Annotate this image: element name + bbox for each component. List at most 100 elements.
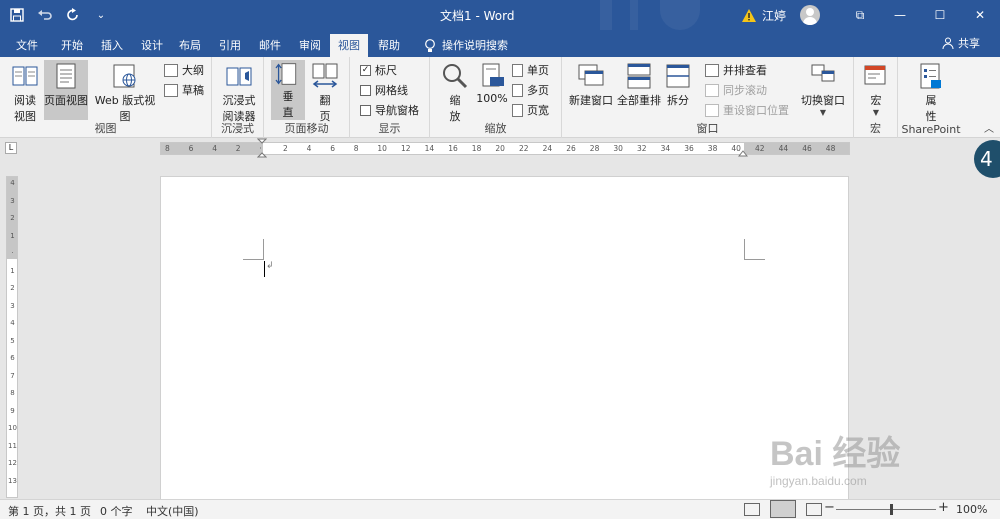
side-to-side-button[interactable]: 翻 页 (308, 60, 342, 124)
tab-selector[interactable]: L (5, 142, 17, 154)
status-bar: 第 1 页，共 1 页 0 个字 中文(中国) − + 100% (0, 499, 1000, 519)
ribbon-display-options-button[interactable]: ⧉ (840, 0, 880, 30)
group-page-movement: 垂 直 翻 页 页面移动 (264, 57, 350, 138)
new-window-icon (578, 64, 604, 86)
web-layout-button[interactable]: Web 版式视图 (90, 60, 160, 124)
collapse-ribbon-chevron-up-icon[interactable]: ︿ (984, 120, 994, 135)
macros-button[interactable]: 宏 ▼ (860, 60, 892, 117)
immersive-reader-button[interactable]: 沉浸式 阅读器 (220, 60, 258, 124)
new-window-button[interactable]: 新建窗口 (568, 60, 614, 108)
share-button[interactable]: 共享 (942, 35, 980, 51)
group-page-movement-label: 页面移动 (284, 122, 329, 135)
outline-label: 大纲 (182, 64, 204, 77)
customize-qat-icon[interactable]: ⌄ (92, 6, 110, 24)
tab-insert[interactable]: 插入 (95, 34, 129, 57)
read-mode-view-icon[interactable] (744, 503, 760, 516)
zoom-slider-track[interactable] (836, 509, 936, 510)
save-icon[interactable] (8, 6, 26, 24)
zoom-button[interactable]: 缩 放 (438, 60, 472, 124)
ruler-number: 34 (660, 144, 671, 153)
zoom-label-1: 缩 (449, 94, 461, 107)
tab-mailings[interactable]: 邮件 (253, 34, 287, 57)
ruler-checkbox[interactable]: ✓ 标尺 (360, 62, 397, 78)
ruler-number: 30 (613, 144, 623, 153)
maximize-button[interactable]: ☐ (920, 0, 960, 30)
ruler-check-icon: ✓ (360, 64, 371, 76)
one-page-button[interactable]: 单页 (512, 62, 549, 78)
ruler-number: 46 (802, 144, 812, 153)
gridlines-checkbox[interactable]: 网格线 (360, 82, 408, 98)
ribbon: 阅读 视图 页面视图 Web 版式视图 大纲 草稿 视图 沉浸式 阅读器 沉浸式 (0, 57, 1000, 138)
account-warning[interactable]: 江婷 (741, 7, 786, 24)
reset-window-position-button[interactable]: 重设窗口位置 (705, 102, 789, 118)
zoom-in-button[interactable]: + (938, 500, 949, 515)
tab-review[interactable]: 审阅 (293, 34, 327, 57)
switch-windows-button[interactable]: 切换窗口 ▼ (798, 60, 848, 117)
draft-button[interactable]: 草稿 (164, 82, 204, 98)
group-immersive-label: 沉浸式 (221, 122, 254, 135)
zoom-out-button[interactable]: − (824, 500, 835, 515)
ruler-number: 20 (495, 144, 505, 153)
vruler-number: 9 (10, 406, 15, 415)
split-icon (666, 64, 690, 88)
minimize-button[interactable]: — (880, 0, 920, 30)
tab-view[interactable]: 视图 (330, 34, 368, 57)
avatar[interactable] (800, 5, 820, 25)
properties-button[interactable]: 属 性 (914, 60, 948, 124)
tab-design[interactable]: 设计 (135, 34, 169, 57)
sync-scroll-button[interactable]: 同步滚动 (705, 82, 767, 98)
close-button[interactable]: ✕ (960, 0, 1000, 30)
vertical-label-2: 直 (282, 106, 294, 119)
floating-badge[interactable]: 4 (974, 140, 1000, 178)
group-immersive: 沉浸式 阅读器 沉浸式 (212, 57, 264, 138)
web-layout-icon (113, 64, 136, 88)
ruler-number: 12 (401, 144, 411, 153)
indent-marker-icon[interactable] (257, 138, 267, 158)
print-layout-view-icon[interactable] (770, 500, 796, 518)
tab-references[interactable]: 引用 (213, 34, 247, 57)
side-to-side-icon (312, 63, 338, 88)
redo-icon[interactable] (64, 6, 82, 24)
print-layout-button[interactable]: 页面视图 (44, 60, 88, 120)
arrange-all-label: 全部重排 (617, 94, 661, 107)
group-window-label: 窗口 (696, 122, 719, 135)
language-indicator[interactable]: 中文(中国) (146, 503, 199, 519)
word-count[interactable]: 0 个字 (100, 503, 133, 519)
zoom-100-button[interactable]: 100% (474, 60, 510, 105)
watermark-url: jingyan.baidu.com (770, 474, 867, 488)
zoom-percentage[interactable]: 100% (956, 503, 987, 516)
page-width-button[interactable]: 页宽 (512, 102, 549, 118)
zoom-slider-thumb[interactable] (890, 504, 893, 515)
magnifier-icon (443, 64, 468, 89)
nav-pane-checkbox[interactable]: 导航窗格 (360, 102, 419, 118)
outline-button[interactable]: 大纲 (164, 62, 204, 78)
right-indent-marker-icon[interactable] (738, 149, 748, 157)
document-page[interactable]: ↲ (160, 176, 849, 500)
vruler-number: 10 (8, 424, 17, 432)
group-macros: 宏 ▼ 宏 (854, 57, 898, 138)
side-by-side-button[interactable]: 并排查看 (705, 62, 767, 78)
print-layout-icon (56, 63, 76, 89)
page-count[interactable]: 第 1 页，共 1 页 (8, 503, 91, 519)
tab-layout[interactable]: 布局 (173, 34, 207, 57)
multiple-pages-button[interactable]: 多页 (512, 82, 549, 98)
vertical-ruler[interactable]: 4 3 2 1 · 1 2 3 4 5 6 7 8 9 10 11 12 13 (6, 176, 18, 498)
undo-icon[interactable] (36, 6, 54, 24)
group-views-label: 视图 (94, 122, 117, 135)
vruler-number: 1 (10, 231, 15, 240)
split-button[interactable]: 拆分 (662, 60, 694, 108)
side-by-side-icon (705, 63, 719, 77)
group-macros-label: 宏 (870, 122, 881, 135)
group-window: 新建窗口 全部重排 拆分 并排查看 同步滚动 重设窗口位置 切换窗口 ▼ 窗口 (562, 57, 854, 138)
read-mode-button[interactable]: 阅读 视图 (6, 60, 44, 124)
tab-file[interactable]: 文件 (10, 34, 44, 57)
tab-home[interactable]: 开始 (55, 34, 89, 57)
web-layout-view-icon[interactable] (806, 503, 822, 516)
tab-help[interactable]: 帮助 (372, 34, 406, 57)
tell-me-search[interactable]: 操作说明搜索 (418, 34, 514, 57)
vruler-number: 7 (10, 371, 15, 380)
vertical-button[interactable]: 垂 直 (271, 60, 305, 120)
ruler-number: 22 (519, 144, 529, 153)
vruler-number: 2 (10, 284, 15, 292)
arrange-all-button[interactable]: 全部重排 (616, 60, 662, 108)
